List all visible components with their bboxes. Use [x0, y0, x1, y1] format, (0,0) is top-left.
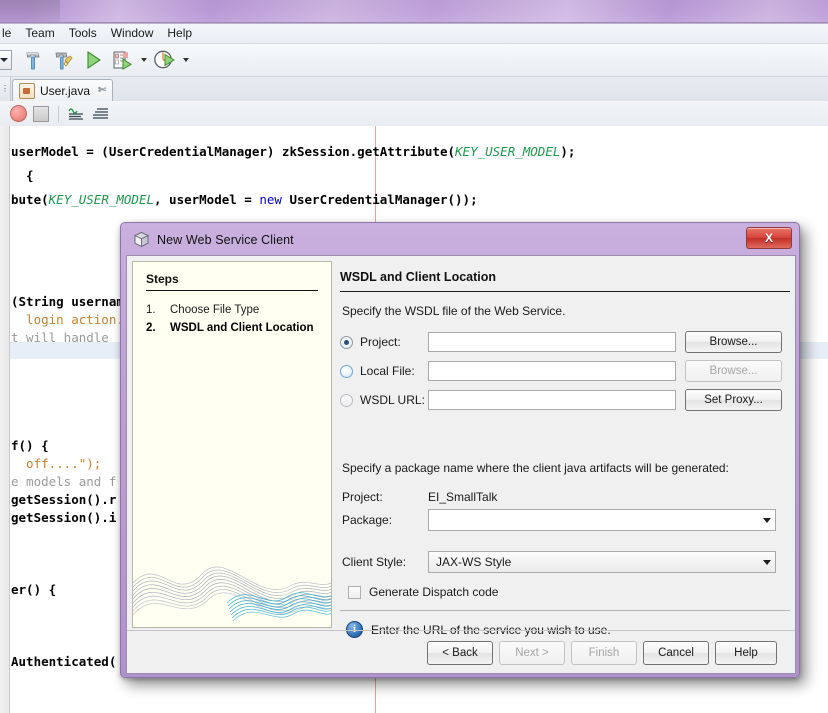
menu-bar: le Team Tools Window Help: [0, 24, 828, 44]
java-file-icon: [19, 82, 35, 99]
clean-build-icon[interactable]: [48, 46, 78, 74]
steps-panel: Steps 1. Choose File Type 2. WSDL and Clien…: [132, 261, 332, 628]
tab-strip-gutter: ⋮: [0, 77, 11, 101]
web-service-box-icon: [133, 231, 150, 248]
code-line: Authenticated(: [11, 654, 117, 669]
project-value: EI_SmallTalk: [428, 490, 498, 504]
project-config-combo[interactable]: [0, 50, 12, 70]
chevron-down-icon[interactable]: [758, 510, 775, 530]
wsdl-client-location-pane: WSDL and Client Location Specify the WSD…: [340, 261, 790, 638]
new-web-service-client-dialog: New Web Service Client X Steps 1. Choose …: [120, 222, 800, 678]
menu-item-le[interactable]: le: [0, 25, 18, 43]
menu-item-tools[interactable]: Tools: [62, 25, 104, 43]
checkbox[interactable]: [348, 585, 361, 599]
client-style-value: JAX-WS Style: [436, 555, 512, 569]
menu-item-window[interactable]: Window: [104, 25, 161, 43]
toolbar-separator: [58, 105, 59, 122]
generate-dispatch-checkbox-row[interactable]: Generate Dispatch code: [348, 585, 498, 599]
code-line: er() {: [11, 582, 57, 597]
button-wsdl-url-action[interactable]: Set Proxy...: [685, 389, 782, 411]
pane-bottom-divider: [340, 610, 790, 611]
debug-project-icon[interactable]: [108, 46, 138, 74]
radio-label-wsdl-url: WSDL URL:: [360, 393, 425, 407]
input-wsdl-url[interactable]: [428, 390, 676, 410]
step-item-1: 1. Choose File Type: [146, 304, 259, 316]
dialog-button-bar: < Back Next > Finish Cancel Help: [127, 630, 795, 675]
button-local-file-action: Browse...: [685, 360, 782, 382]
editor-toolbar: [0, 101, 828, 127]
menu-item-team[interactable]: Team: [18, 25, 61, 43]
debug-dropdown-arrow[interactable]: [138, 46, 150, 74]
profile-dropdown-arrow[interactable]: [180, 46, 192, 74]
generate-dispatch-label: Generate Dispatch code: [369, 585, 499, 599]
dialog-titlebar[interactable]: New Web Service Client X: [124, 225, 798, 254]
button-finish: Finish: [571, 641, 637, 665]
editor-gutter: [0, 126, 10, 713]
tab-label: User.java: [40, 83, 91, 98]
radio-row-local-file[interactable]: Local File:: [340, 360, 415, 382]
step-label: Choose File Type: [170, 304, 260, 316]
dialog-title: New Web Service Client: [157, 232, 294, 247]
pane-title: WSDL and Client Location: [340, 270, 497, 284]
radio-wsdl-url[interactable]: [340, 393, 353, 407]
code-line: getSession().i: [11, 510, 117, 525]
radio-label-project: Project:: [360, 335, 401, 349]
button-next: Next >: [499, 641, 565, 665]
code-line: {: [11, 168, 34, 183]
pane-divider: [340, 291, 790, 292]
radio-local-file[interactable]: [340, 364, 353, 378]
decorative-wave-graphic: [133, 566, 331, 622]
button-cancel[interactable]: Cancel: [643, 641, 709, 665]
profile-project-icon[interactable]: [150, 46, 180, 74]
chevron-down-icon[interactable]: [758, 552, 775, 572]
input-project[interactable]: [428, 332, 676, 352]
close-icon[interactable]: X: [746, 227, 792, 249]
button-project-action[interactable]: Browse...: [685, 331, 782, 353]
code-line: t will handle: [11, 330, 117, 345]
step-label: WSDL and Client Location: [170, 322, 314, 334]
code-line: userModel = (UserCredentialManager) zkSe…: [11, 144, 576, 159]
editor-tab-strip: ⋮ User.java ✄: [0, 77, 828, 102]
button-back[interactable]: < Back: [427, 641, 493, 665]
shift-lines-icon[interactable]: [92, 106, 110, 121]
build-hammer-icon[interactable]: [18, 46, 48, 74]
package-instruction: Specify a package name where the client …: [342, 461, 729, 475]
package-combo[interactable]: [428, 509, 776, 531]
steps-heading: Steps: [146, 272, 179, 286]
input-local-file[interactable]: [428, 361, 676, 381]
code-line: bute(KEY_USER_MODEL, userModel = new Use…: [11, 192, 478, 207]
radio-row-wsdl-url[interactable]: WSDL URL:: [340, 389, 425, 411]
step-number: 1.: [146, 304, 156, 316]
client-style-label: Client Style:: [342, 555, 407, 569]
wsdl-instruction: Specify the WSDL file of the Web Service…: [342, 304, 566, 318]
toggle-breakpoint-icon[interactable]: [10, 105, 27, 122]
package-label: Package:: [342, 513, 393, 527]
step-number: 2.: [146, 322, 156, 334]
ide-toolbar: [0, 44, 828, 77]
menu-item-help[interactable]: Help: [160, 25, 199, 43]
radio-project[interactable]: [340, 335, 353, 349]
step-item-2: 2. WSDL and Client Location: [146, 322, 314, 334]
last-edit-icon[interactable]: [68, 106, 86, 121]
client-style-combo[interactable]: JAX-WS Style: [428, 551, 776, 573]
run-project-icon[interactable]: [78, 46, 108, 74]
aero-window-chrome: [0, 0, 828, 22]
radio-row-project[interactable]: Project:: [340, 331, 401, 353]
steps-divider: [146, 290, 318, 291]
project-label: Project:: [342, 490, 383, 504]
close-icon[interactable]: ✄: [98, 85, 106, 96]
button-help[interactable]: Help: [715, 641, 777, 665]
radio-label-local-file: Local File:: [360, 364, 415, 378]
tab-user-java[interactable]: User.java ✄: [12, 79, 114, 101]
dialog-body: Steps 1. Choose File Type 2. WSDL and Clien…: [126, 255, 796, 674]
stop-icon[interactable]: [33, 105, 49, 122]
